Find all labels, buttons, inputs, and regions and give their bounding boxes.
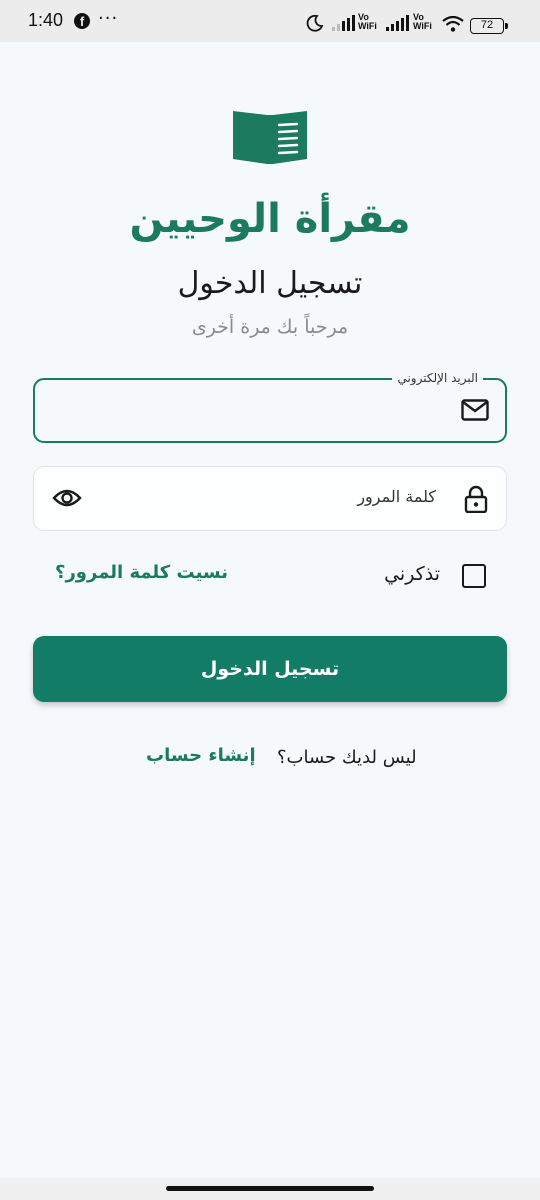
signal-icon: [332, 15, 355, 31]
app-title: مقرأة الوحيين: [129, 196, 411, 242]
more-icon: ···: [98, 8, 119, 29]
eye-icon[interactable]: [52, 487, 82, 509]
book-icon: [233, 111, 307, 164]
password-field[interactable]: كلمة المرور: [33, 466, 507, 531]
battery-tip: [505, 23, 508, 29]
remember-me-label: تذكرني: [384, 563, 440, 585]
password-placeholder: كلمة المرور: [357, 487, 436, 506]
create-account-link[interactable]: إنشاء حساب: [146, 745, 256, 766]
lock-icon: [464, 485, 488, 513]
facebook-icon: f: [74, 13, 90, 29]
no-account-text: ليس لديك حساب؟: [277, 747, 417, 768]
vowifi-icon: Vo WiFi: [413, 12, 432, 31]
status-bar: 1:40 f ··· Vo WiFi Vo WiFi 72: [0, 0, 540, 42]
page-title: تسجيل الدخول: [177, 266, 363, 301]
welcome-subtitle: مرحباً بك مرة أخرى: [191, 316, 349, 338]
home-indicator[interactable]: [166, 1186, 374, 1191]
clock: 1:40: [28, 10, 64, 30]
battery-icon: 72: [470, 18, 504, 34]
signal-icon: [386, 15, 409, 31]
wifi-icon: [442, 16, 464, 32]
moon-icon: [306, 14, 324, 32]
mail-icon: [461, 399, 489, 421]
vowifi-icon: Vo WiFi: [358, 12, 377, 31]
email-label: البريد الإلكتروني: [392, 370, 483, 386]
forgot-password-link[interactable]: نسيت كلمة المرور؟: [55, 562, 228, 583]
login-button[interactable]: تسجيل الدخول: [33, 636, 507, 702]
remember-me-checkbox[interactable]: [462, 564, 486, 588]
email-field[interactable]: البريد الإلكتروني: [33, 370, 507, 443]
